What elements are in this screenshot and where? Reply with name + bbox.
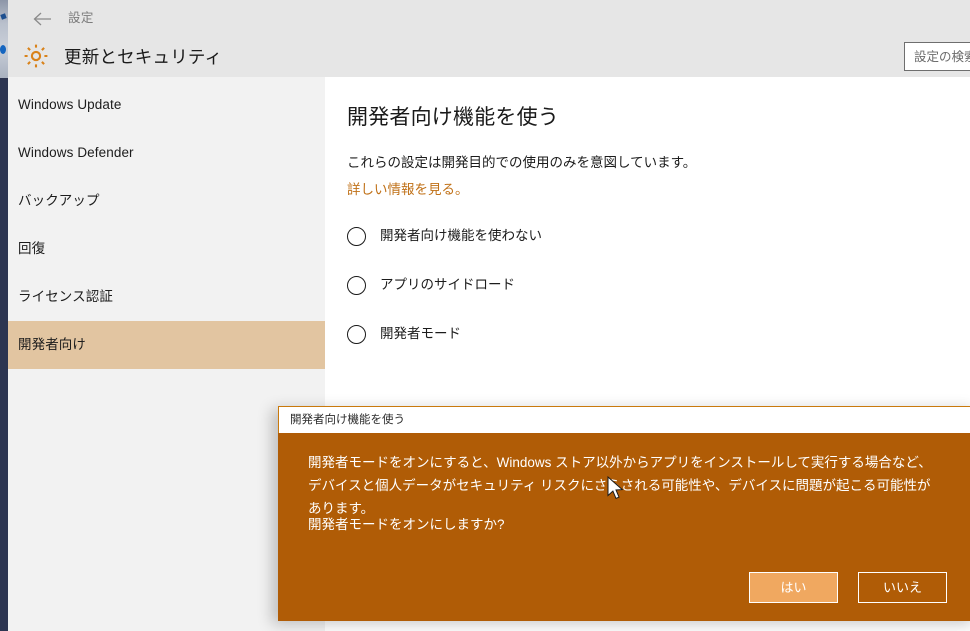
radio-option-sideload-apps[interactable]: アプリのサイドロード — [347, 273, 515, 297]
dialog-message: 開発者モードをオンにすると、Windows ストア以外からアプリをインストールし… — [308, 455, 932, 516]
nav-title: 設定 — [68, 11, 94, 25]
sidebar-item-windows-defender[interactable]: Windows Defender — [8, 129, 325, 177]
gear-icon — [21, 41, 51, 71]
sidebar-item-label: バックアップ — [18, 193, 100, 208]
sidebar-item-label: Windows Update — [18, 97, 122, 112]
search-input[interactable]: 設定の検索 — [904, 42, 970, 71]
content-heading: 開発者向け機能を使う — [347, 106, 559, 129]
dialog-body: 開発者モードをオンにすると、Windows ストア以外からアプリをインストールし… — [278, 433, 970, 621]
desktop-background — [0, 0, 8, 631]
yes-button[interactable]: はい — [749, 572, 838, 603]
content-description: これらの設定は開発目的での使用のみを意図しています。 — [347, 155, 697, 170]
radio-option-developer-mode[interactable]: 開発者モード — [347, 322, 461, 346]
radio-option-label: 開発者モード — [380, 326, 461, 341]
sidebar-item-activation[interactable]: ライセンス認証 — [8, 273, 325, 321]
radio-circle-icon — [347, 275, 366, 295]
dialog-title: 開発者向け機能を使う — [290, 414, 405, 426]
dialog-titlebar: 開発者向け機能を使う — [278, 406, 970, 433]
sidebar-item-label: 回復 — [18, 241, 46, 256]
radio-option-no-developer-features[interactable]: 開発者向け機能を使わない — [347, 224, 542, 248]
developer-mode-dialog: 開発者向け機能を使う 開発者モードをオンにすると、Windows ストア以外から… — [278, 406, 970, 621]
desktop-wallpaper — [0, 0, 8, 78]
radio-option-label: アプリのサイドロード — [380, 277, 515, 292]
radio-circle-icon — [347, 226, 366, 246]
learn-more-link[interactable]: 詳しい情報を見る。 — [347, 180, 469, 200]
page-title: 更新とセキュリティ — [64, 47, 223, 67]
sidebar-item-windows-update[interactable]: Windows Update — [8, 81, 325, 129]
desktop-icon[interactable] — [0, 45, 6, 54]
settings-window: 設定 更新とセキュリティ 設定の検索 Windows Update Window… — [0, 0, 970, 631]
radio-circle-icon — [347, 324, 366, 344]
radio-option-label: 開発者向け機能を使わない — [380, 228, 542, 243]
dialog-question: 開発者モードをオンにしますか? — [308, 517, 505, 532]
sidebar-item-label: 開発者向け — [18, 337, 86, 352]
sidebar-item-for-developers[interactable]: 開発者向け — [8, 321, 325, 369]
sidebar-item-backup[interactable]: バックアップ — [8, 177, 325, 225]
sidebar-item-recovery[interactable]: 回復 — [8, 225, 325, 273]
no-button[interactable]: いいえ — [858, 572, 947, 603]
dialog-button-row: はい いいえ — [278, 572, 970, 606]
back-arrow-icon — [32, 11, 54, 27]
sidebar-item-label: Windows Defender — [18, 145, 134, 160]
window-header: 設定 更新とセキュリティ 設定の検索 — [8, 0, 970, 77]
back-button[interactable] — [26, 6, 60, 32]
search-placeholder: 設定の検索 — [914, 50, 970, 64]
sidebar-item-label: ライセンス認証 — [18, 289, 113, 304]
